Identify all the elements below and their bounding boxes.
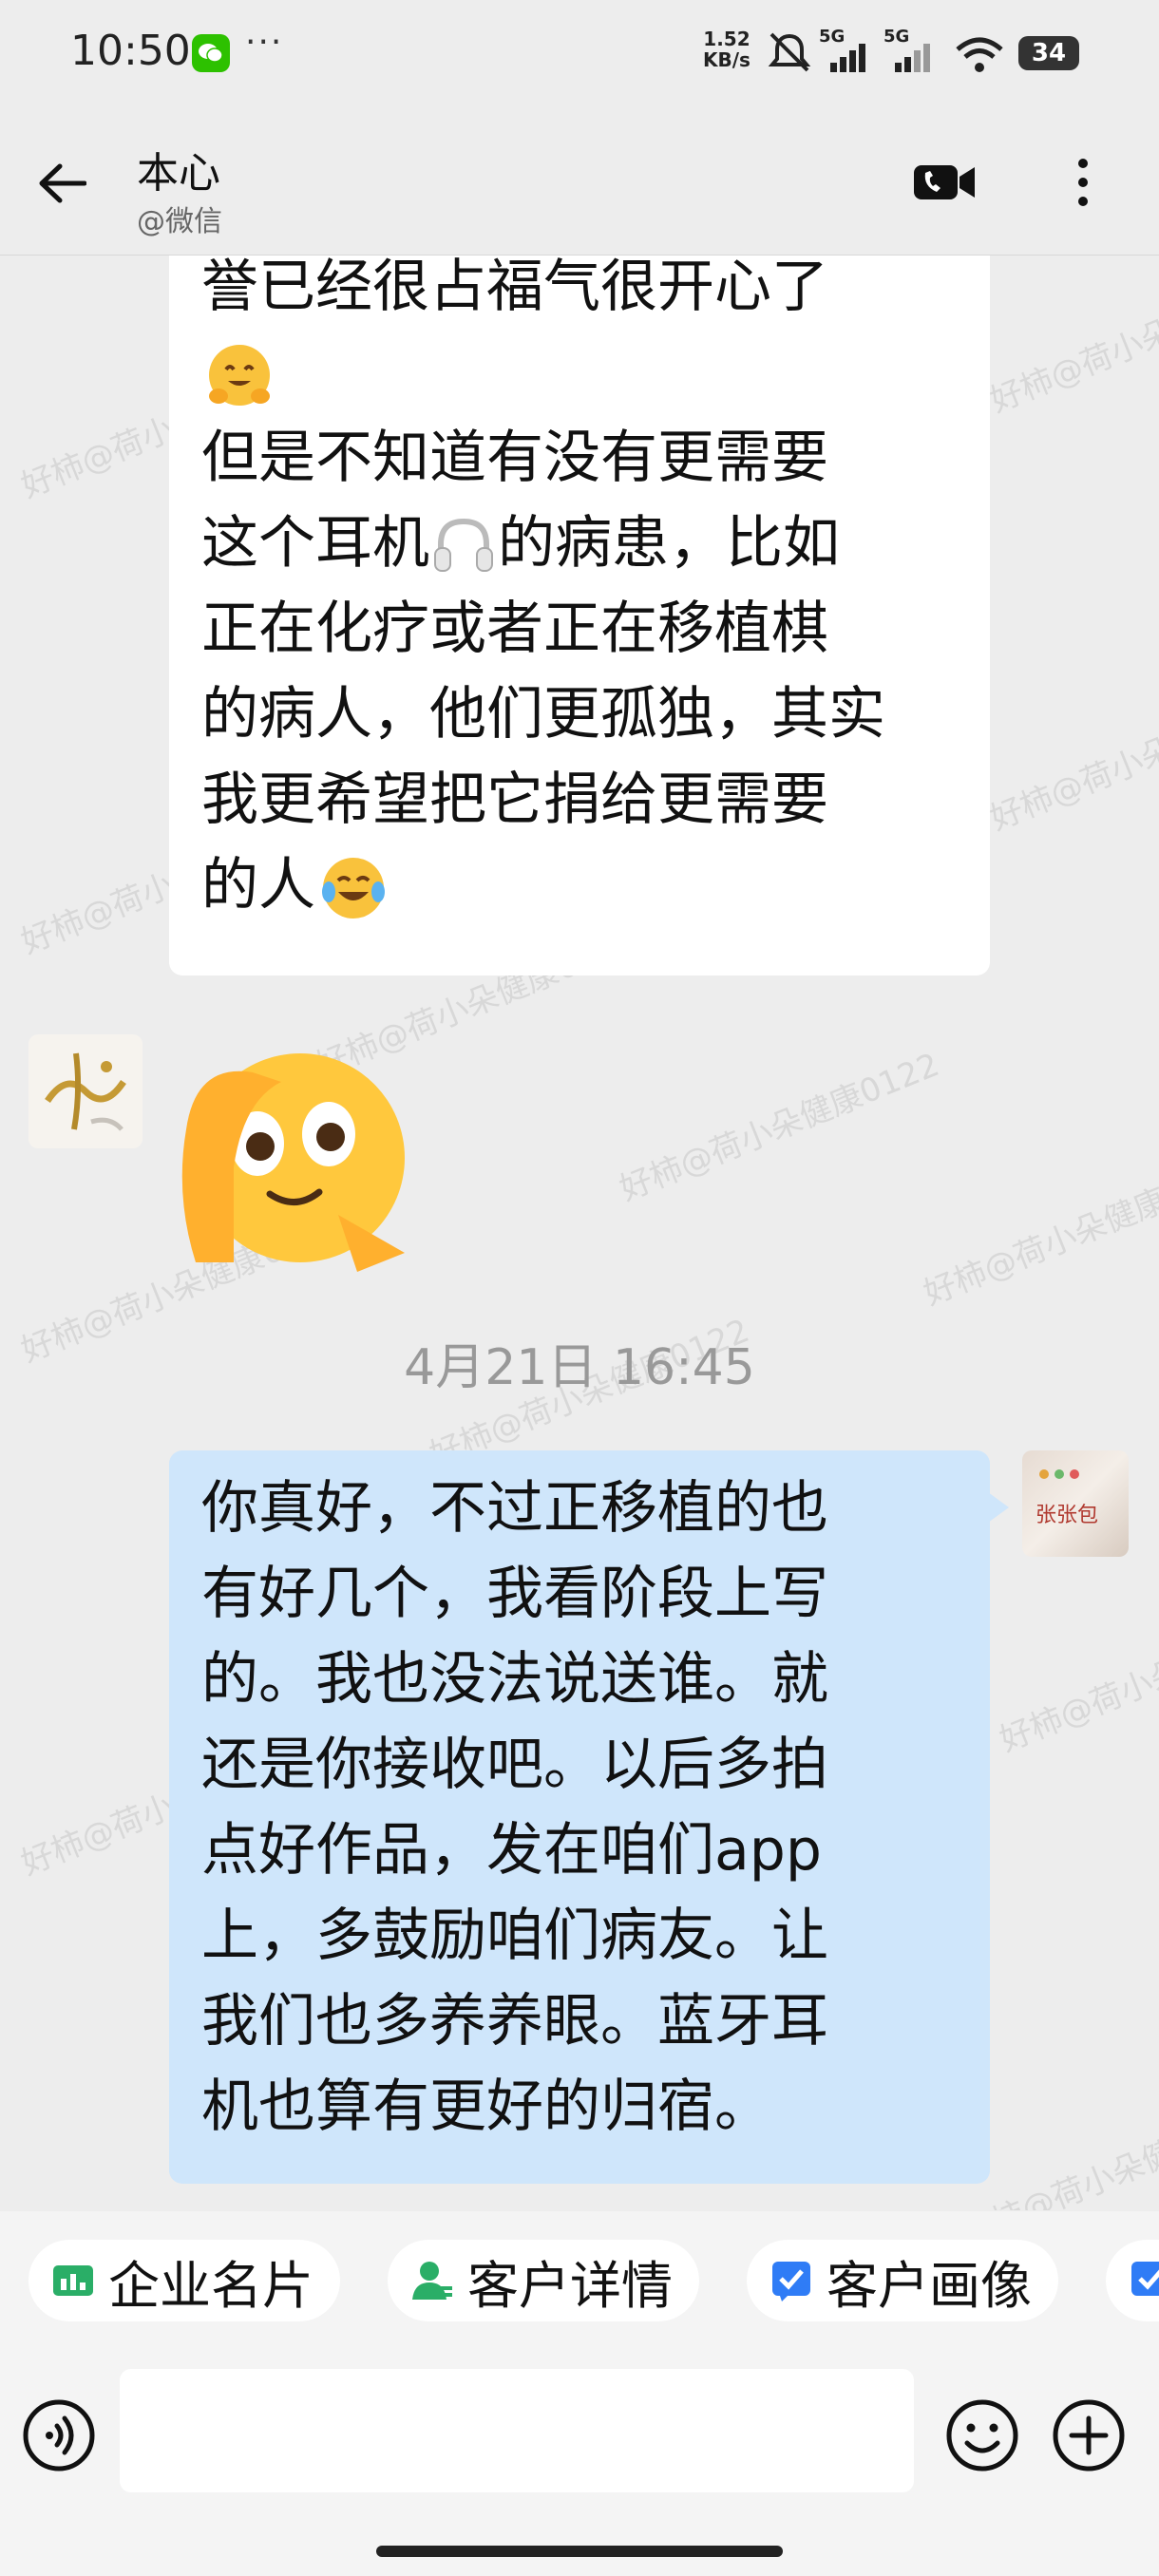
battery-indicator: 34 <box>1018 36 1079 70</box>
message-line: 你真好，不过正移植的也 <box>201 1475 828 1542</box>
headphones-emoji-icon <box>434 519 493 573</box>
contact-name: 本心 <box>137 149 220 198</box>
back-arrow-icon <box>39 163 86 203</box>
my-avatar[interactable]: 张张包 <box>1022 1450 1129 1557</box>
message-timestamp: 4月21日 16:45 <box>404 1339 755 1396</box>
bubble-tail <box>988 1492 1009 1523</box>
outgoing-message-bubble[interactable]: 你真好，不过正移植的也 有好几个，我看阶段上写 的。我也没法说送谁。就 还是你接… <box>169 1450 990 2184</box>
voice-input-button[interactable] <box>21 2397 97 2473</box>
message-line: 的病患，比如 <box>498 510 840 577</box>
emoji-button[interactable] <box>944 2397 1020 2473</box>
thinking-face-sticker[interactable] <box>167 1025 433 1272</box>
more-tools-chip[interactable] <box>1106 2240 1159 2321</box>
watermark: 好柿@荷小朵健康0122 <box>984 675 1159 839</box>
message-line: 誉已经很占福气很开心了 <box>201 256 828 320</box>
chip-label: 客户画像 <box>826 2255 1032 2316</box>
more-vertical-icon <box>1078 159 1088 206</box>
checkbox-icon <box>1129 2259 1159 2302</box>
hugging-face-emoji-icon <box>209 345 270 407</box>
wechat-notification-icon <box>192 34 230 72</box>
message-line: 正在化疗或者正在移植棋 <box>201 596 828 662</box>
avatar-dot <box>1070 1469 1079 1479</box>
contact-avatar[interactable] <box>28 1034 142 1148</box>
wifi-icon <box>956 37 1003 72</box>
calligraphy-avatar-image <box>28 1034 142 1148</box>
tears-of-joy-emoji-icon <box>322 858 385 919</box>
business-card-chip[interactable]: 企业名片 <box>28 2240 340 2321</box>
more-notifications-icon: ··· <box>245 23 284 62</box>
watermark: 好柿@荷小朵健康0122 <box>994 1597 1159 1760</box>
message-line: 有好几个，我看阶段上写 <box>201 1561 828 1627</box>
message-line: 点好作品，发在咱们app <box>201 1817 822 1884</box>
avatar-dot <box>1054 1469 1064 1479</box>
status-bar: 10:50 ··· 1.52 KB/s 5G 5G 34 <box>0 0 1159 112</box>
quick-tools-bar: 企业名片 客户详情 客户画像 <box>0 2211 1159 2352</box>
voice-icon <box>23 2399 95 2472</box>
network-speed-unit: KB/s <box>703 48 750 71</box>
message-input-bar <box>0 2352 1159 2576</box>
message-line: 的。我也没法说送谁。就 <box>201 1646 828 1713</box>
status-time: 10:50 <box>70 27 191 75</box>
signal-2-icon <box>895 44 930 72</box>
watermark: 好柿@荷小朵健康0122 <box>918 1150 1159 1314</box>
incoming-message-bubble[interactable]: 誉已经很占福气很开心了 但是不知道有没有更需要 这个耳机 的病患，比如 正在化疗… <box>169 256 990 975</box>
back-button[interactable] <box>28 150 95 217</box>
customer-icon <box>410 2259 454 2302</box>
business-card-icon <box>51 2259 95 2302</box>
message-line: 但是不知道有没有更需要 <box>201 425 828 491</box>
chat-header: 本心 @微信 <box>0 112 1159 256</box>
network-speed: 1.52 KB/s <box>703 28 750 70</box>
avatar-text: 张张包 <box>1036 1504 1099 1527</box>
watermark: 好柿@荷小朵健康0122 <box>984 257 1159 421</box>
message-line: 上，多鼓励咱们病友。让 <box>201 1903 828 1969</box>
message-line: 机也算有更好的归宿。 <box>201 2074 771 2140</box>
contact-source: @微信 <box>137 205 222 238</box>
watermark: 好柿@荷小朵健康0122 <box>614 1046 945 1209</box>
home-indicator[interactable] <box>376 2546 783 2557</box>
message-line: 这个耳机 <box>201 510 429 577</box>
message-line: 我更希望把它捐给更需要 <box>201 767 828 833</box>
salute-face-emoji-icon <box>181 1053 405 1272</box>
mute-icon <box>768 32 811 72</box>
message-line: 还是你接收吧。以后多拍 <box>201 1732 828 1798</box>
chat-messages[interactable]: 好柿@荷小朵健康0122 好柿@荷小朵健康0122 好柿@荷小朵健康0122 好… <box>0 256 1159 2210</box>
customer-profile-chip[interactable]: 客户画像 <box>747 2240 1058 2321</box>
call-button[interactable] <box>912 154 978 211</box>
plus-icon <box>1053 2399 1125 2472</box>
message-input[interactable] <box>120 2369 914 2492</box>
network-speed-value: 1.52 <box>703 28 750 50</box>
customer-details-chip[interactable]: 客户详情 <box>388 2240 699 2321</box>
video-call-icon <box>914 165 975 199</box>
chip-label: 企业名片 <box>108 2255 314 2316</box>
chip-label: 客户详情 <box>467 2255 673 2316</box>
more-options-button[interactable] <box>1064 154 1102 211</box>
message-line: 我们也多养养眼。蓝牙耳 <box>201 1988 828 2055</box>
avatar-dot <box>1039 1469 1049 1479</box>
signal-1-icon <box>830 44 865 72</box>
message-line: 的人 <box>201 852 315 919</box>
message-line: 的病人，他们更孤独，其实 <box>201 681 885 748</box>
smiley-icon <box>946 2399 1018 2472</box>
checkbox-icon <box>770 2259 813 2302</box>
more-actions-button[interactable] <box>1051 2397 1127 2473</box>
